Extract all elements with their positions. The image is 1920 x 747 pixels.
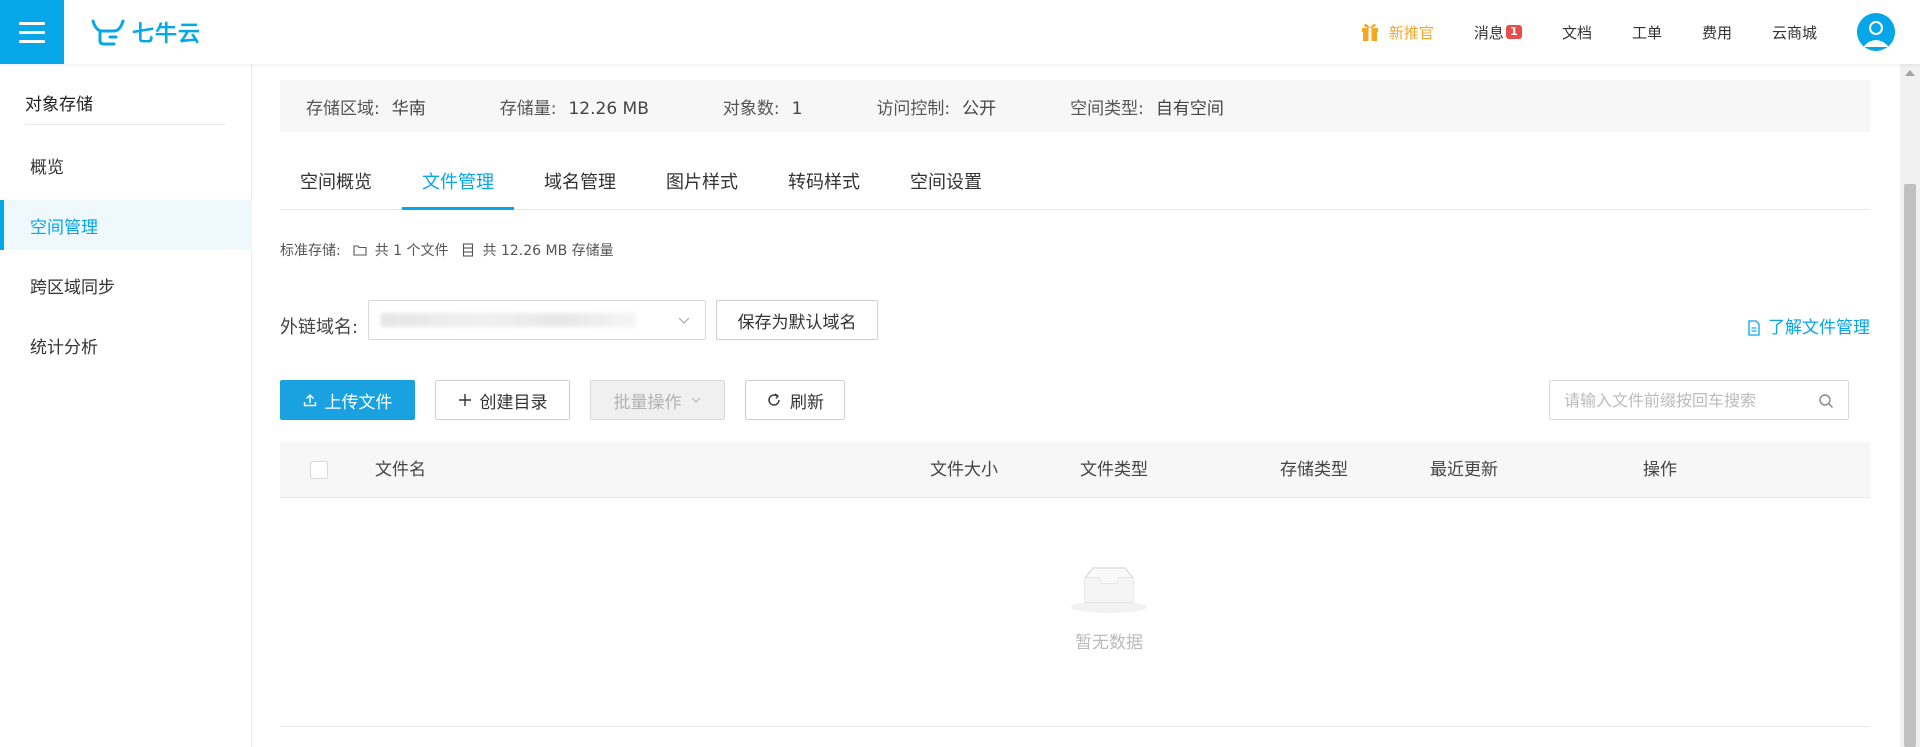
chevron-down-icon xyxy=(678,317,690,324)
info-type-value: 自有空间 xyxy=(1155,98,1224,119)
storage-summary-label: 标准存储: xyxy=(280,243,341,259)
domain-select-value-redacted xyxy=(381,313,636,327)
domain-select[interactable] xyxy=(368,300,706,340)
refresh-icon xyxy=(768,393,780,406)
page-scrollbar[interactable] xyxy=(1900,64,1920,747)
info-storage: 存储量: 12.26 MB xyxy=(500,94,649,119)
database-icon xyxy=(462,243,473,257)
storage-summary: 标准存储: 共 1 个文件 共 12.26 MB 存储量 xyxy=(280,240,614,260)
chevron-down-icon xyxy=(691,397,700,403)
info-region-label: 存储区域: xyxy=(306,98,380,119)
main-content: 存储区域: 华南 存储量: 12.26 MB 对象数: 1 访问控制: 公开 空间类型:… xyxy=(252,64,1900,747)
upload-icon xyxy=(303,394,316,407)
sidebar-item-bucket-management[interactable]: 空间管理 xyxy=(0,200,252,250)
info-objects: 对象数: 1 xyxy=(723,94,803,119)
upload-file-label: 上传文件 xyxy=(324,392,393,413)
top-header: 七牛云 新推官 消息 1 文档 工单 费用 云商城 xyxy=(0,0,1920,64)
folder-icon xyxy=(353,245,367,256)
search-icon[interactable] xyxy=(1818,393,1834,409)
sidebar-title: 对象存储 xyxy=(25,95,93,115)
nav-billing[interactable]: 费用 xyxy=(1702,22,1732,43)
scroll-up-arrow-icon[interactable] xyxy=(1905,70,1915,76)
storage-size-total: 共 12.26 MB 存储量 xyxy=(482,243,614,259)
info-storage-value: 12.26 MB xyxy=(568,98,649,119)
sidebar-divider xyxy=(25,124,225,125)
column-file-type[interactable]: 文件类型 xyxy=(1080,442,1148,498)
learn-file-management-link[interactable]: 了解文件管理 xyxy=(1746,308,1870,348)
sidebar: 对象存储 概览 空间管理 跨区域同步 统计分析 xyxy=(0,64,252,747)
nav-messages[interactable]: 消息 1 xyxy=(1474,22,1522,43)
hamburger-menu-icon[interactable] xyxy=(0,0,64,64)
nav-messages-label: 消息 xyxy=(1473,23,1504,42)
tab-domain-management[interactable]: 域名管理 xyxy=(524,158,636,209)
info-region: 存储区域: 华南 xyxy=(306,94,426,119)
upload-file-button[interactable]: 上传文件 xyxy=(280,380,415,420)
gift-icon xyxy=(1361,24,1378,41)
nav-market[interactable]: 云商城 xyxy=(1772,22,1817,43)
empty-state-text: 暂无数据 xyxy=(1075,633,1143,653)
table-bottom-border xyxy=(280,726,1870,727)
tab-transcode-styles[interactable]: 转码样式 xyxy=(768,158,880,209)
batch-operations-label: 批量操作 xyxy=(613,392,682,413)
info-type-label: 空间类型: xyxy=(1070,98,1144,119)
refresh-label: 刷新 xyxy=(790,392,824,413)
logo-text: 七牛云 xyxy=(132,22,202,47)
qiniu-bull-icon xyxy=(91,19,125,46)
info-objects-label: 对象数: xyxy=(722,98,780,119)
bucket-tabs: 空间概览 文件管理 域名管理 图片样式 转码样式 空间设置 xyxy=(280,158,1870,210)
column-file-name[interactable]: 文件名 xyxy=(375,442,426,498)
storage-file-count: 共 1 个文件 xyxy=(374,243,449,259)
empty-state: 暂无数据 xyxy=(1034,564,1184,653)
tab-space-overview[interactable]: 空间概览 xyxy=(280,158,392,209)
create-directory-button[interactable]: 创建目录 xyxy=(435,380,570,420)
info-type: 空间类型: 自有空间 xyxy=(1070,94,1224,119)
info-access: 访问控制: 公开 xyxy=(876,94,996,119)
info-storage-label: 存储量: xyxy=(499,98,557,119)
save-default-domain-button[interactable]: 保存为默认域名 xyxy=(716,300,878,340)
info-region-value: 华南 xyxy=(391,98,426,119)
nav-tickets[interactable]: 工单 xyxy=(1632,22,1662,43)
tab-file-management[interactable]: 文件管理 xyxy=(402,158,514,210)
learn-file-management-label: 了解文件管理 xyxy=(1768,318,1870,338)
bucket-info-bar: 存储区域: 华南 存储量: 12.26 MB 对象数: 1 访问控制: 公开 空间类型:… xyxy=(280,80,1870,132)
scrollbar-thumb[interactable] xyxy=(1904,184,1916,747)
user-avatar-icon xyxy=(1857,13,1895,51)
plus-icon xyxy=(458,394,471,406)
info-objects-value: 1 xyxy=(791,98,803,119)
column-storage-type[interactable]: 存储类型 xyxy=(1280,442,1348,498)
nav-promo-label: 新推官 xyxy=(1388,23,1434,42)
file-prefix-search-input[interactable] xyxy=(1564,389,1804,411)
batch-operations-button[interactable]: 批量操作 xyxy=(590,380,725,420)
empty-inbox-icon xyxy=(1071,567,1147,613)
refresh-button[interactable]: 刷新 xyxy=(745,380,845,420)
info-access-label: 访问控制: xyxy=(876,98,951,119)
file-search xyxy=(1549,380,1849,420)
sidebar-item-cross-region-sync[interactable]: 跨区域同步 xyxy=(0,260,252,310)
nav-docs[interactable]: 文档 xyxy=(1562,22,1592,43)
column-file-size[interactable]: 文件大小 xyxy=(930,442,998,498)
sidebar-item-overview[interactable]: 概览 xyxy=(0,140,252,190)
tab-image-styles[interactable]: 图片样式 xyxy=(646,158,758,209)
create-directory-label: 创建目录 xyxy=(479,392,548,413)
document-icon xyxy=(1748,320,1760,336)
select-all-checkbox[interactable] xyxy=(310,461,328,479)
info-access-value: 公开 xyxy=(962,98,997,119)
column-actions: 操作 xyxy=(1643,460,1677,480)
nav-promo[interactable]: 新推官 xyxy=(1361,22,1434,43)
tab-space-settings[interactable]: 空间设置 xyxy=(890,158,1002,209)
file-table-header: 文件名 文件大小 文件类型 存储类型 最近更新 操作 xyxy=(280,442,1870,498)
messages-count-badge: 1 xyxy=(1505,25,1522,39)
column-last-updated[interactable]: 最近更新 xyxy=(1430,442,1498,498)
qiniu-logo[interactable]: 七牛云 xyxy=(90,14,201,50)
sidebar-item-statistics[interactable]: 统计分析 xyxy=(0,320,252,370)
top-nav: 新推官 消息 1 文档 工单 费用 云商城 xyxy=(1361,0,1920,64)
domain-label: 外链域名: xyxy=(280,317,359,338)
user-avatar[interactable] xyxy=(1857,13,1895,51)
